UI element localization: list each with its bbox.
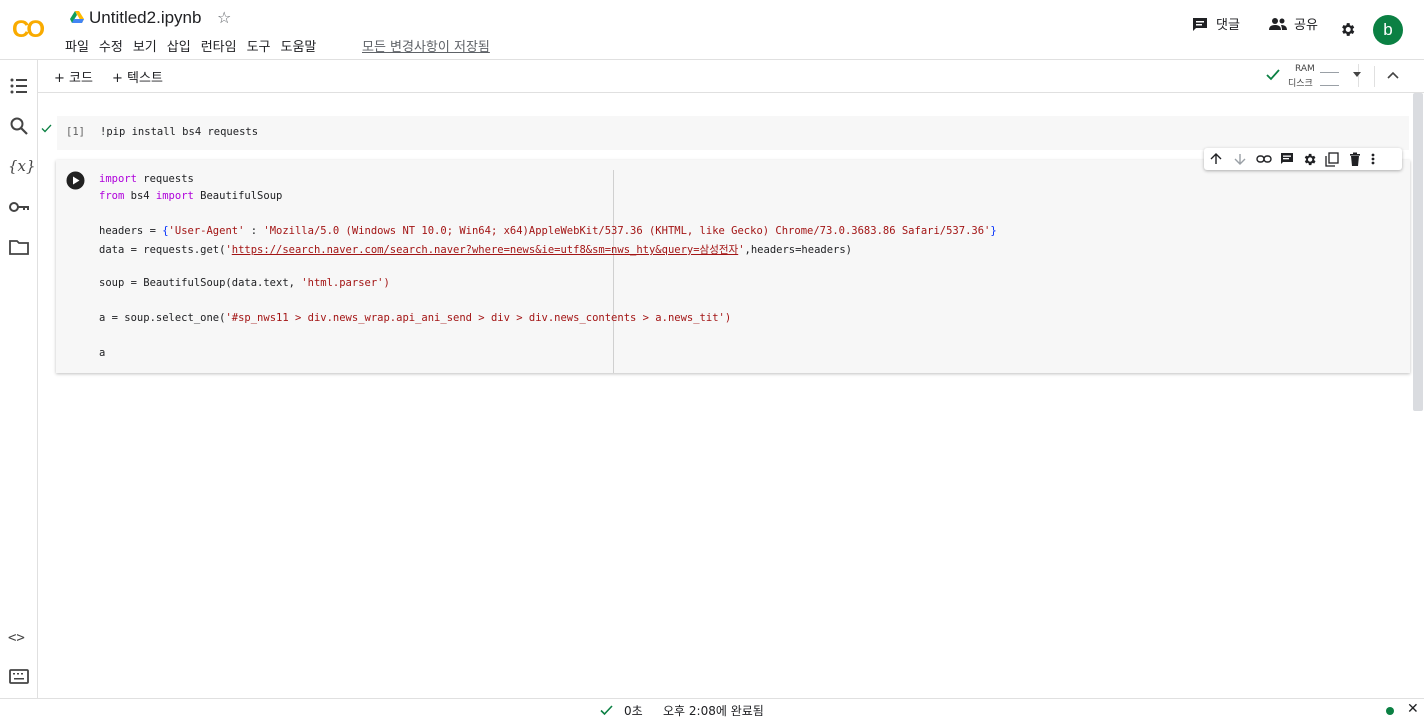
share-button[interactable]: 공유 (1269, 14, 1318, 33)
terminal-icon[interactable] (8, 666, 30, 688)
save-status-link[interactable]: 모든 변경사항이 저장됨 (362, 36, 490, 55)
disk-label: 디스크 (1288, 79, 1313, 89)
ram-meter[interactable] (1320, 63, 1339, 73)
avatar[interactable]: b (1373, 15, 1403, 45)
menu-item-edit[interactable]: 수정 (99, 36, 123, 55)
execution-completed-time: 오후 2:08에 완료됨 (663, 704, 764, 718)
status-bar: 0초 오후 2:08에 완료됨 ✕ (0, 698, 1424, 721)
code-url-link[interactable]: https://search.naver.com/search.naver?wh… (232, 244, 738, 256)
code-line[interactable]: a = soup.select_one('#sp_nws11 > div.new… (99, 312, 731, 324)
code-cell-2[interactable]: import requests from bs4 import Beautifu… (56, 160, 1410, 373)
code-brace: } (990, 225, 997, 237)
code-text: requests (136, 173, 194, 185)
scrollbar[interactable] (1413, 93, 1423, 411)
menu-item-tools[interactable]: 도구 (247, 36, 271, 55)
ram-label: RAM (1295, 64, 1315, 74)
cell-success-check-icon (41, 124, 52, 133)
code-text: headers = (99, 225, 163, 237)
code-text: : (244, 225, 264, 237)
mirror-cell-icon[interactable] (1325, 151, 1339, 167)
keyword: import (155, 190, 194, 202)
code-string: 'html.parser' (301, 277, 384, 289)
search-icon[interactable] (8, 115, 30, 137)
star-icon[interactable]: ☆ (217, 8, 231, 27)
execution-count: [1] (66, 126, 85, 138)
status-check-icon (600, 705, 613, 716)
keyword: from (99, 190, 125, 202)
code-text: BeautifulSoup (193, 190, 283, 202)
close-icon[interactable]: ✕ (1407, 701, 1419, 717)
comment-label: 댓글 (1216, 18, 1240, 33)
menu-item-help[interactable]: 도움말 (281, 36, 317, 55)
people-icon (1269, 17, 1287, 30)
menu-item-file[interactable]: 파일 (65, 36, 89, 55)
menu-item-runtime[interactable]: 런타임 (201, 36, 237, 55)
notebook-toolbar: + 코드 + 텍스트 RAM 디스크 (38, 60, 1424, 93)
menu-item-view[interactable]: 보기 (133, 36, 157, 55)
code-line[interactable]: data = requests.get('https://search.nave… (99, 242, 852, 257)
code-text: data = requests.get( (99, 244, 226, 256)
link-icon[interactable] (1256, 152, 1272, 166)
code-string: 'User-Agent' (168, 225, 245, 237)
code-text: soup = BeautifulSoup(data.text, (99, 277, 302, 289)
code-snippets-icon[interactable]: <> (8, 627, 30, 649)
code-text: bs4 (124, 190, 156, 202)
gear-icon[interactable] (1339, 21, 1356, 38)
toolbar-divider (1374, 66, 1375, 87)
code-text: a (99, 347, 106, 359)
execution-duration: 0초 (624, 704, 643, 718)
app-header: CO Untitled2.ipynb ☆ 파일 수정 보기 삽입 런타임 도구 … (0, 0, 1424, 60)
move-down-icon[interactable] (1233, 152, 1247, 166)
run-cell-icon[interactable] (66, 171, 85, 190)
code-cell-1[interactable]: [1] !pip install bs4 requests (57, 116, 1409, 150)
connected-check-icon (1266, 69, 1280, 81)
comment-button[interactable]: 댓글 (1192, 14, 1240, 33)
disk-meter[interactable] (1320, 76, 1339, 86)
cell-editor[interactable]: import requests from bs4 import Beautifu… (94, 160, 1410, 373)
keyword: import (99, 173, 137, 185)
code-line[interactable]: from bs4 import BeautifulSoup (99, 190, 282, 202)
variables-icon[interactable]: {x} (8, 155, 36, 177)
cell-toolbar (1204, 148, 1402, 170)
gear-icon[interactable] (1302, 152, 1317, 167)
more-vert-icon[interactable] (1371, 152, 1375, 166)
code-string: 'Mozilla/5.0 (Windows NT 10.0; Win64; x6… (263, 225, 991, 237)
chevron-up-icon[interactable] (1387, 70, 1399, 80)
share-label: 공유 (1294, 18, 1318, 33)
code-line[interactable]: soup = BeautifulSoup(data.text, 'html.pa… (99, 277, 390, 289)
code-text: a = soup.select_one( (99, 312, 226, 324)
code-line[interactable]: headers = {'User-Agent' : 'Mozilla/5.0 (… (99, 225, 997, 237)
add-code-button[interactable]: + 코드 (54, 67, 93, 86)
code-line[interactable]: import requests (99, 173, 194, 185)
code-line[interactable]: a (99, 347, 105, 359)
drive-icon (70, 11, 84, 23)
code-string: '#sp_nws11 > div.news_wrap.api_ani_send … (225, 312, 725, 324)
code-paren: ) (724, 312, 732, 324)
add-text-button[interactable]: + 텍스트 (112, 67, 163, 86)
colab-logo[interactable]: CO (12, 16, 45, 44)
comment-icon[interactable] (1280, 152, 1294, 166)
connection-status-dot (1386, 707, 1394, 715)
folder-icon[interactable] (8, 236, 30, 258)
code-paren: ) (383, 277, 390, 289)
menu-bar: 파일 수정 보기 삽입 런타임 도구 도움말 (65, 36, 326, 55)
left-rail: {x} <> (0, 60, 38, 698)
ruler-line (613, 170, 614, 373)
caret-down-icon[interactable] (1352, 72, 1362, 78)
code-text: ,headers=headers) (744, 244, 852, 256)
cell-code-line[interactable]: !pip install bs4 requests (100, 126, 258, 138)
key-icon[interactable] (8, 196, 30, 218)
notebook-title[interactable]: Untitled2.ipynb (89, 8, 201, 28)
delete-icon[interactable] (1349, 152, 1361, 166)
move-up-icon[interactable] (1209, 152, 1223, 166)
menu-item-insert[interactable]: 삽입 (167, 36, 191, 55)
table-of-contents-icon[interactable] (8, 75, 30, 97)
comment-icon (1193, 17, 1207, 31)
